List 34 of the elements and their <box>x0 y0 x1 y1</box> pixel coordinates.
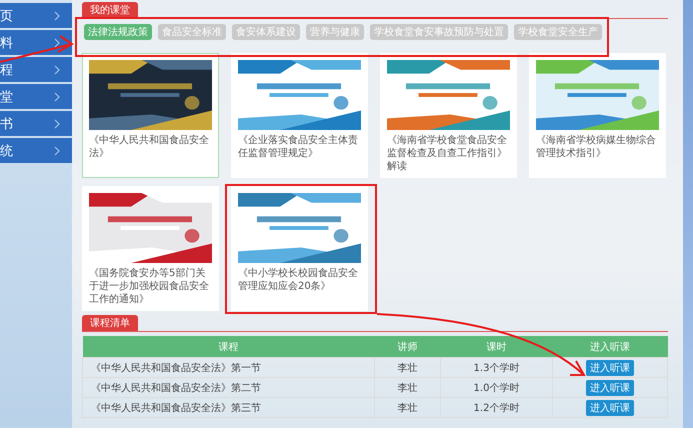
course-card[interactable]: 《海南省学校病媒生物综合管理技术指引》 <box>529 53 666 178</box>
course-card[interactable]: 《企业落实食品安全主体责任监督管理规定》 <box>231 53 368 178</box>
enter-button[interactable]: 进入听课 <box>586 380 634 396</box>
sidebar-item[interactable]: 程 <box>0 57 72 82</box>
sidebar-item[interactable]: 页 <box>0 3 72 28</box>
enter-button[interactable]: 进入听课 <box>586 360 634 376</box>
course-card[interactable]: 《中华人民共和国食品安全法》 <box>82 53 219 178</box>
table-cell: 李壮 <box>374 378 440 398</box>
sidebar-item[interactable]: 堂 <box>0 84 72 109</box>
table-cell: 李壮 <box>374 358 440 378</box>
table-cell: 1.0个学时 <box>440 378 552 398</box>
course-title: 《中华人民共和国食品安全法》 <box>89 134 210 160</box>
course-title: 《企业落实食品安全主体责任监督管理规定》 <box>238 134 359 160</box>
table-cell: 1.3个学时 <box>440 358 552 378</box>
table-cell: 《中华人民共和国食品安全法》第三节 <box>82 398 374 418</box>
course-title: 《中小学校长校园食品安全管理应知应会20条》 <box>238 267 359 293</box>
sidebar-item[interactable]: 料 <box>0 30 72 55</box>
course-card[interactable]: 《海南省学校食堂食品安全监督检查及自查工作指引》解读 <box>380 53 517 178</box>
column-header: 课时 <box>440 336 552 358</box>
table-cell: 李壮 <box>374 398 440 418</box>
column-header: 进入听课 <box>552 336 668 358</box>
table-cell: 《中华人民共和国食品安全法》第二节 <box>82 378 374 398</box>
table-cell: 《中华人民共和国食品安全法》第一节 <box>82 358 374 378</box>
course-title: 《海南省学校病媒生物综合管理技术指引》 <box>536 134 657 160</box>
course-title: 《海南省学校食堂食品安全监督检查及自查工作指引》解读 <box>387 134 508 173</box>
column-header: 课程 <box>82 336 374 358</box>
table-cell: 1.2个学时 <box>440 398 552 418</box>
enter-button[interactable]: 进入听课 <box>586 400 634 416</box>
course-title: 《国务院食安办等5部门关于进一步加强校园食品安全工作的通知》 <box>89 267 210 306</box>
column-header: 讲师 <box>374 336 440 358</box>
course-card[interactable]: 《国务院食安办等5部门关于进一步加强校园食品安全工作的通知》 <box>82 186 219 311</box>
course-card[interactable]: 《中小学校长校园食品安全管理应知应会20条》 <box>231 186 368 311</box>
sidebar-item[interactable]: 统 <box>0 138 72 163</box>
sidebar-item[interactable]: 书 <box>0 111 72 136</box>
